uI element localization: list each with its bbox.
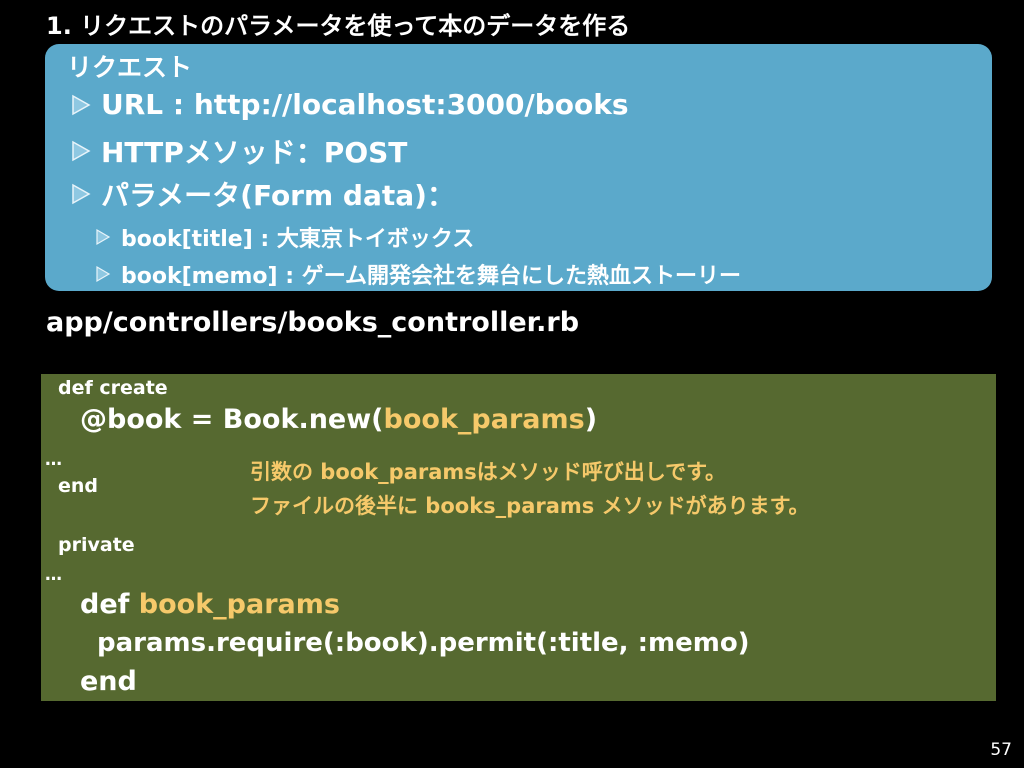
- code-assign-arg: book_params: [383, 404, 585, 435]
- request-box: リクエスト URL : http://localhost:3000/books …: [45, 44, 992, 291]
- code-end-1: end: [58, 475, 99, 497]
- code-ellipsis-1: …: [45, 450, 62, 470]
- page-number: 57: [990, 740, 1012, 760]
- code-private: private: [58, 534, 135, 556]
- request-item-label: パラメータ(Form data)：: [101, 179, 455, 212]
- code-assign-suffix: ): [584, 404, 598, 435]
- param-item-memo: book[memo] : ゲーム開発会社を舞台にした熱血ストーリー: [95, 258, 741, 290]
- code-assign-prefix: @book = Book.new(: [80, 404, 384, 435]
- triangle-bullet-icon: [71, 140, 91, 162]
- code-params-line: params.require(:book).permit(:title, :me…: [97, 628, 750, 658]
- code-def-name: book_params: [138, 589, 340, 620]
- triangle-bullet-icon: [71, 94, 91, 116]
- triangle-bullet-icon: [71, 183, 91, 205]
- code-ellipsis-2: …: [45, 565, 62, 585]
- code-assign-line: @book = Book.new(book_params): [80, 404, 597, 435]
- code-def-keyword: def: [80, 589, 139, 620]
- request-item-method: HTTPメソッド：POST: [71, 131, 407, 171]
- note-line-2: ファイルの後半に books_params メソッドがあります。: [250, 494, 810, 518]
- request-item-label: HTTPメソッド：POST: [101, 136, 408, 169]
- code-box: def create @book = Book.new(book_params)…: [41, 374, 996, 701]
- param-item-label: book[title] : 大東京トイボックス: [121, 227, 475, 252]
- file-path: app/controllers/books_controller.rb: [46, 307, 580, 338]
- request-heading: リクエスト: [67, 53, 193, 82]
- param-item-title: book[title] : 大東京トイボックス: [95, 221, 474, 253]
- request-item-url: URL : http://localhost:3000/books: [71, 88, 629, 121]
- code-def-book-params: def book_params: [80, 589, 340, 620]
- request-item-params: パラメータ(Form data)：: [71, 174, 455, 214]
- request-item-label: URL : http://localhost:3000/books: [101, 88, 629, 121]
- code-end-2: end: [80, 666, 137, 697]
- param-item-label: book[memo] : ゲーム開発会社を舞台にした熱血ストーリー: [121, 264, 742, 289]
- triangle-bullet-icon: [95, 228, 111, 246]
- slide-title: 1. リクエストのパラメータを使って本のデータを作る: [46, 12, 631, 40]
- code-def-create: def create: [58, 377, 168, 399]
- note-line-1: 引数の book_paramsはメソッド呼び出しです。: [250, 460, 727, 484]
- triangle-bullet-icon: [95, 265, 111, 283]
